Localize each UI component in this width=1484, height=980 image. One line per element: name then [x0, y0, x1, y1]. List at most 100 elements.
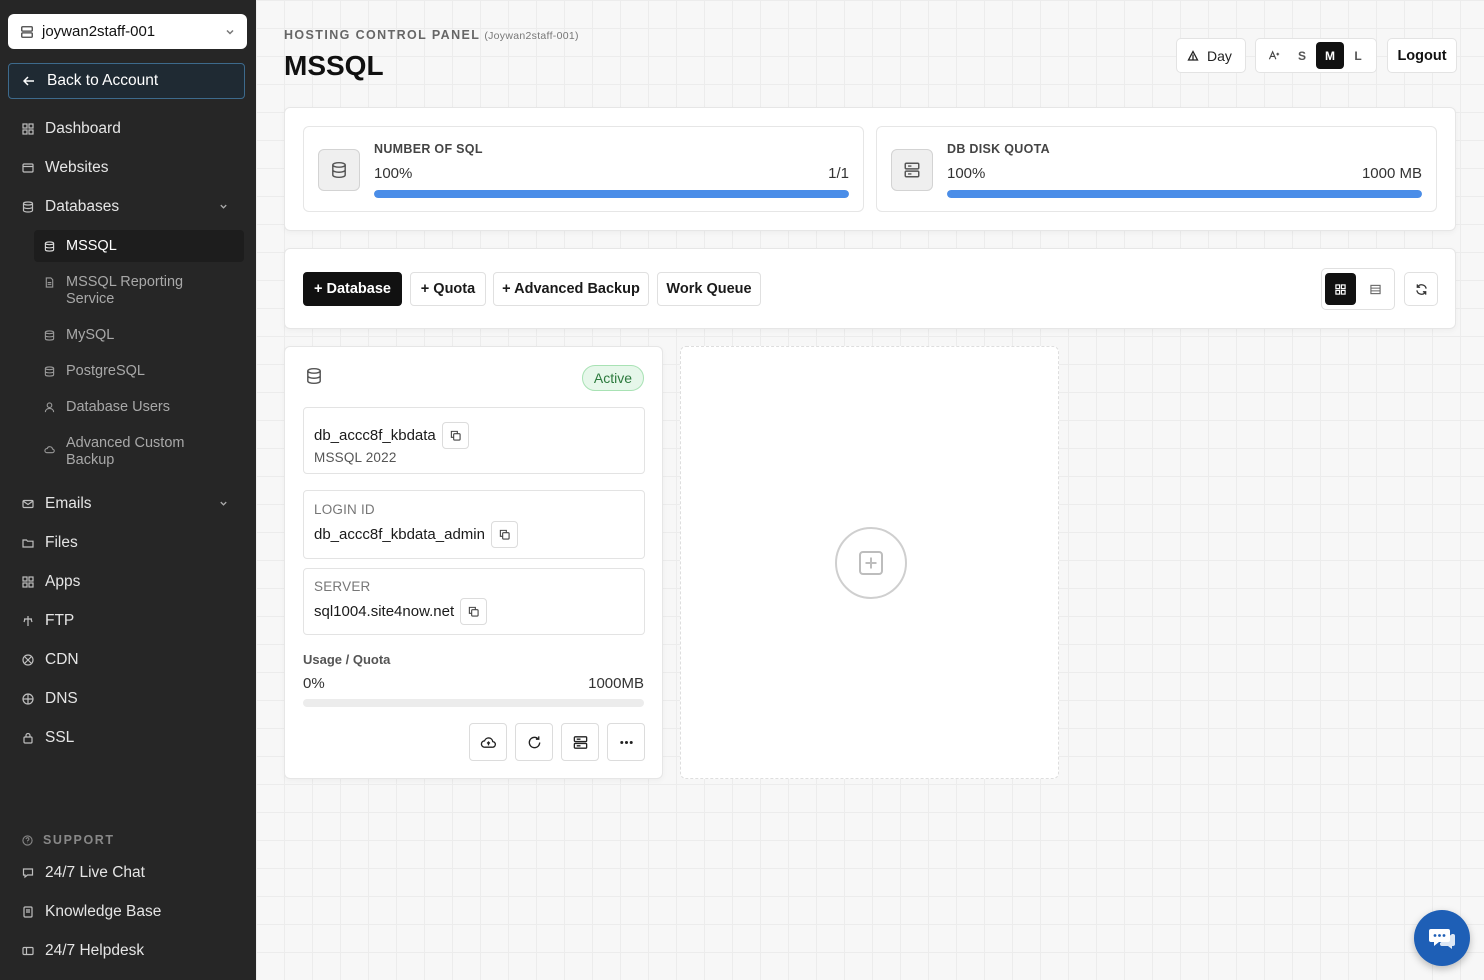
sidebar-sub-label: Database Users: [66, 399, 170, 415]
copy-icon: [468, 606, 479, 617]
database-card: Active db_accc8f_kbdata MSSQL 2022 LOGIN…: [284, 346, 663, 779]
apps-icon: [22, 576, 34, 588]
add-database-button[interactable]: + Database: [303, 272, 402, 306]
font-size-l-button[interactable]: L: [1344, 42, 1372, 69]
stat-progress-bar: [947, 190, 1422, 198]
sidebar-item-knowledge-base[interactable]: Knowledge Base: [0, 897, 256, 927]
list-view-button[interactable]: [1360, 273, 1391, 305]
grid-icon: [1335, 283, 1346, 295]
db-name-box: db_accc8f_kbdata MSSQL 2022: [303, 407, 645, 474]
sidebar-item-apps[interactable]: Apps: [0, 567, 256, 597]
stat-label: NUMBER OF SQL: [374, 142, 483, 156]
sidebar-sub-database-users[interactable]: Database Users: [34, 399, 244, 416]
database-icon: [332, 161, 346, 179]
copy-icon: [499, 529, 510, 540]
sidebar-item-emails[interactable]: Emails: [0, 489, 256, 519]
transfer-icon: [23, 616, 33, 626]
usage-progress-bar: [303, 699, 644, 707]
progress-fill: [374, 190, 849, 198]
sidebar: joywan2staff-001 Back to Account Dashboa…: [0, 0, 256, 980]
sidebar-item-live-chat[interactable]: 24/7 Live Chat: [0, 858, 256, 888]
login-id-box: LOGIN ID db_accc8f_kbdata_admin: [303, 490, 645, 559]
server-icon: [904, 162, 920, 178]
login-id: db_accc8f_kbdata_admin: [314, 526, 485, 543]
font-size-s-button[interactable]: S: [1288, 42, 1316, 69]
work-queue-button[interactable]: Work Queue: [657, 272, 761, 306]
sidebar-item-label: SSL: [45, 729, 75, 746]
main-content: HOSTING CONTROL PANEL (Joywan2staff-001) …: [256, 0, 1484, 980]
breadcrumb-label: HOSTING CONTROL PANEL: [284, 28, 481, 42]
chat-icon: [22, 868, 34, 879]
copy-server-button[interactable]: [460, 598, 488, 625]
add-circle[interactable]: [835, 527, 907, 599]
cloud-icon: [44, 446, 55, 454]
view-toggle: [1321, 268, 1395, 310]
font-size-group: S M L: [1255, 38, 1377, 73]
server-icon: [573, 735, 587, 749]
back-to-account-button[interactable]: Back to Account: [8, 63, 245, 99]
server-row: sql1004.site4now.net: [314, 598, 488, 625]
sidebar-item-label: Apps: [45, 573, 81, 590]
text-size-icon: [1268, 50, 1279, 60]
sidebar-sub-mssql[interactable]: MSSQL: [34, 230, 244, 262]
chevron-down-icon: [226, 29, 234, 35]
refresh-button[interactable]: [1404, 272, 1438, 306]
support-title-label: SUPPORT: [43, 833, 115, 847]
copy-login-id-button[interactable]: [490, 521, 518, 548]
sidebar-item-ftp[interactable]: FTP: [0, 606, 256, 636]
sidebar-item-cdn[interactable]: CDN: [0, 645, 256, 675]
network-icon: [22, 654, 34, 666]
sidebar-item-helpdesk[interactable]: 24/7 Helpdesk: [0, 936, 256, 966]
sidebar-sub-label: MSSQL Reporting Service: [66, 274, 184, 307]
folder-icon: [22, 539, 34, 548]
stat-progress-bar: [374, 190, 849, 198]
chevron-down-icon: [220, 204, 227, 209]
font-size-m-button[interactable]: M: [1316, 42, 1344, 69]
sidebar-item-files[interactable]: Files: [0, 528, 256, 558]
account-name: joywan2staff-001: [42, 23, 156, 40]
sidebar-sub-label: MySQL: [66, 327, 115, 343]
stat-number-of-sql: NUMBER OF SQL 100% 1/1: [303, 126, 864, 212]
server-label: SERVER: [314, 579, 371, 594]
sidebar-item-label: Dashboard: [45, 120, 121, 137]
globe-icon: [22, 693, 34, 705]
sidebar-item-label: Files: [45, 534, 78, 551]
stat-value: 1000 MB: [1361, 165, 1422, 182]
copy-db-name-button[interactable]: [441, 422, 469, 449]
sidebar-sub-mysql[interactable]: MySQL: [34, 327, 244, 344]
chat-bubble-icon: [1429, 929, 1455, 949]
sidebar-item-databases[interactable]: Databases: [0, 192, 256, 222]
sidebar-item-dns[interactable]: DNS: [0, 684, 256, 714]
stats-panel: NUMBER OF SQL 100% 1/1 DB DISK QUOTA 100…: [284, 107, 1456, 231]
sidebar-item-dashboard[interactable]: Dashboard: [0, 114, 256, 144]
sidebar-item-label: 24/7 Helpdesk: [45, 942, 145, 959]
sidebar-sub-mssql-reporting[interactable]: MSSQL Reporting Service: [34, 274, 244, 308]
logout-button[interactable]: Logout: [1387, 38, 1457, 73]
add-database-card[interactable]: [680, 346, 1059, 779]
manage-server-button[interactable]: [561, 723, 599, 761]
more-options-button[interactable]: [607, 723, 645, 761]
sidebar-item-websites[interactable]: Websites: [0, 153, 256, 183]
sidebar-item-label: Knowledge Base: [45, 903, 162, 920]
sidebar-sub-postgresql[interactable]: PostgreSQL: [34, 363, 244, 380]
live-chat-fab[interactable]: [1414, 910, 1470, 966]
browser-icon: [22, 163, 34, 173]
grid-view-button[interactable]: [1325, 273, 1356, 305]
stat-icon-box: [891, 149, 933, 191]
sidebar-sub-label: PostgreSQL: [66, 363, 145, 379]
add-quota-button[interactable]: + Quota: [410, 272, 486, 306]
theme-toggle-button[interactable]: Day: [1176, 38, 1246, 73]
help-icon: [22, 834, 33, 846]
sidebar-item-ssl[interactable]: SSL: [0, 723, 256, 753]
restore-button[interactable]: [515, 723, 553, 761]
user-icon: [44, 402, 55, 413]
backup-button[interactable]: [469, 723, 507, 761]
login-id-row: db_accc8f_kbdata_admin: [314, 521, 518, 548]
report-icon: [45, 277, 54, 288]
book-icon: [23, 906, 33, 918]
account-select[interactable]: joywan2staff-001: [8, 14, 247, 49]
sidebar-sub-advanced-custom-backup[interactable]: Advanced Custom Backup: [34, 435, 244, 469]
actions-bar: + Database + Quota + Advanced Backup Wor…: [284, 248, 1456, 329]
add-advanced-backup-button[interactable]: + Advanced Backup: [493, 272, 649, 306]
database-icon: [44, 240, 55, 252]
